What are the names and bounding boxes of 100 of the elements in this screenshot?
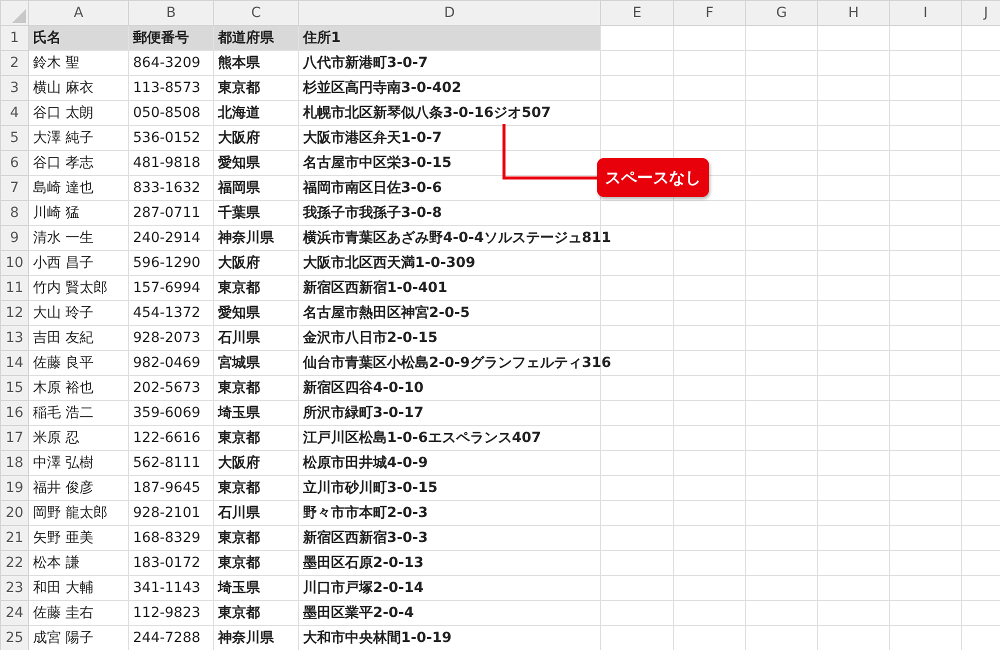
table-cell: 122-6616 (133, 430, 200, 446)
table-cell: 454-1372 (133, 305, 200, 321)
table-cell: 我孫子市我孫子3-0-8 (303, 205, 442, 221)
table-cell: 536-0152 (133, 130, 200, 146)
column-header[interactable]: A (28, 0, 128, 26)
row-number[interactable]: 17 (0, 426, 28, 450)
column-header[interactable]: D (298, 0, 600, 26)
row-number[interactable]: 5 (0, 126, 28, 150)
header-cell: 氏名 (33, 30, 61, 46)
table-cell: 東京都 (218, 280, 260, 296)
table-cell: 清水 一生 (33, 230, 94, 246)
table-cell: 050-8508 (133, 105, 200, 121)
table-cell: 横山 麻衣 (33, 80, 94, 96)
row-number[interactable]: 24 (0, 600, 28, 626)
column-header[interactable]: F (674, 0, 746, 26)
table-cell: 113-8573 (133, 80, 200, 96)
table-cell: 神奈川県 (218, 630, 274, 646)
row-number[interactable]: 8 (0, 200, 28, 226)
row-number[interactable]: 19 (0, 476, 28, 500)
row-number[interactable]: 16 (0, 400, 28, 426)
table-cell: 187-9645 (133, 480, 200, 496)
row-number[interactable]: 3 (0, 76, 28, 100)
table-cell: 成宮 陽子 (33, 630, 94, 646)
table-cell: 福岡県 (218, 180, 260, 196)
row-number[interactable]: 14 (0, 350, 28, 376)
table-cell: 928-2101 (133, 505, 200, 521)
select-all-icon[interactable] (12, 9, 26, 23)
table-cell: 大和市中央林間1-0-19 (303, 630, 452, 646)
row-number[interactable]: 12 (0, 300, 28, 326)
table-cell: 佐藤 圭右 (33, 605, 94, 621)
table-cell: 287-0711 (133, 205, 200, 221)
column-header[interactable]: I (890, 0, 962, 26)
table-cell: 大阪府 (218, 255, 260, 271)
table-cell: 大阪市港区弁天1-0-7 (303, 130, 442, 146)
table-cell: 愛知県 (218, 305, 260, 321)
column-header[interactable]: B (128, 0, 214, 26)
row-number[interactable]: 6 (0, 150, 28, 176)
column-header[interactable]: H (818, 0, 890, 26)
row-number[interactable]: 21 (0, 526, 28, 550)
row-number[interactable]: 7 (0, 176, 28, 200)
column-header[interactable]: J (962, 0, 1000, 26)
table-cell: 埼玉県 (218, 580, 260, 596)
table-cell: 359-6069 (133, 405, 200, 421)
table-cell: 神奈川県 (218, 230, 274, 246)
table-cell: 大阪府 (218, 130, 260, 146)
table-cell: 竹内 賢太郎 (33, 280, 108, 296)
table-cell: 愛知県 (218, 155, 260, 171)
table-cell: 稲毛 浩二 (33, 405, 94, 421)
table-cell: 112-9823 (133, 605, 200, 621)
table-cell: 大阪市北区西天満1-0-309 (303, 255, 476, 271)
table-cell: 墨田区業平2-0-4 (303, 605, 414, 621)
row-number[interactable]: 13 (0, 326, 28, 350)
table-cell: 大阪府 (218, 455, 260, 471)
table-cell: 168-8329 (133, 530, 200, 546)
table-cell: 東京都 (218, 430, 260, 446)
table-cell: 大澤 純子 (33, 130, 94, 146)
table-cell: 東京都 (218, 80, 260, 96)
table-cell: 川口市戸塚2-0-14 (303, 580, 424, 596)
table-cell: 吉田 友紀 (33, 330, 94, 346)
table-cell: 石川県 (218, 330, 260, 346)
row-number[interactable]: 15 (0, 376, 28, 400)
table-cell: 562-8111 (133, 455, 200, 471)
table-cell: 341-1143 (133, 580, 200, 596)
row-number[interactable]: 11 (0, 276, 28, 300)
table-cell: 新宿区西新宿3-0-3 (303, 530, 428, 546)
table-cell: 野々市市本町2-0-3 (303, 505, 428, 521)
table-cell: 大山 玲子 (33, 305, 94, 321)
row-number[interactable]: 9 (0, 226, 28, 250)
row-number[interactable]: 23 (0, 576, 28, 600)
table-cell: 杉並区高円寺南3-0-402 (303, 80, 462, 96)
header-cell: 郵便番号 (133, 30, 189, 46)
row-number[interactable]: 4 (0, 100, 28, 126)
column-header[interactable]: E (600, 0, 674, 26)
column-header[interactable]: G (746, 0, 818, 26)
table-cell: 183-0172 (133, 555, 200, 571)
row-number[interactable]: 25 (0, 626, 28, 650)
row-number[interactable]: 10 (0, 250, 28, 276)
table-cell: 名古屋市熱田区神宮2-0-5 (303, 305, 470, 321)
table-cell: 東京都 (218, 380, 260, 396)
row-number[interactable]: 2 (0, 50, 28, 76)
row-number[interactable]: 18 (0, 450, 28, 476)
table-cell: 佐藤 良平 (33, 355, 94, 371)
row-number[interactable]: 22 (0, 550, 28, 576)
row-number[interactable]: 20 (0, 500, 28, 526)
table-cell: 福岡市南区日佐3-0-6 (303, 180, 442, 196)
table-cell: 和田 大輔 (33, 580, 94, 596)
table-cell: 米原 忍 (33, 430, 80, 446)
table-cell: 福井 俊彦 (33, 480, 94, 496)
table-cell: 新宿区四谷4-0-10 (303, 380, 424, 396)
table-cell: 島崎 達也 (33, 180, 94, 196)
column-header[interactable]: C (214, 0, 298, 26)
table-cell: 新宿区西新宿1-0-401 (303, 280, 448, 296)
row-number[interactable]: 1 (0, 26, 28, 50)
table-cell: 240-2914 (133, 230, 200, 246)
table-cell: 864-3209 (133, 55, 200, 71)
table-cell: 157-6994 (133, 280, 200, 296)
table-cell: 墨田区石原2-0-13 (303, 555, 424, 571)
table-cell: 千葉県 (218, 205, 260, 221)
table-cell: 東京都 (218, 555, 260, 571)
table-cell: 岡野 龍太郎 (33, 505, 108, 521)
